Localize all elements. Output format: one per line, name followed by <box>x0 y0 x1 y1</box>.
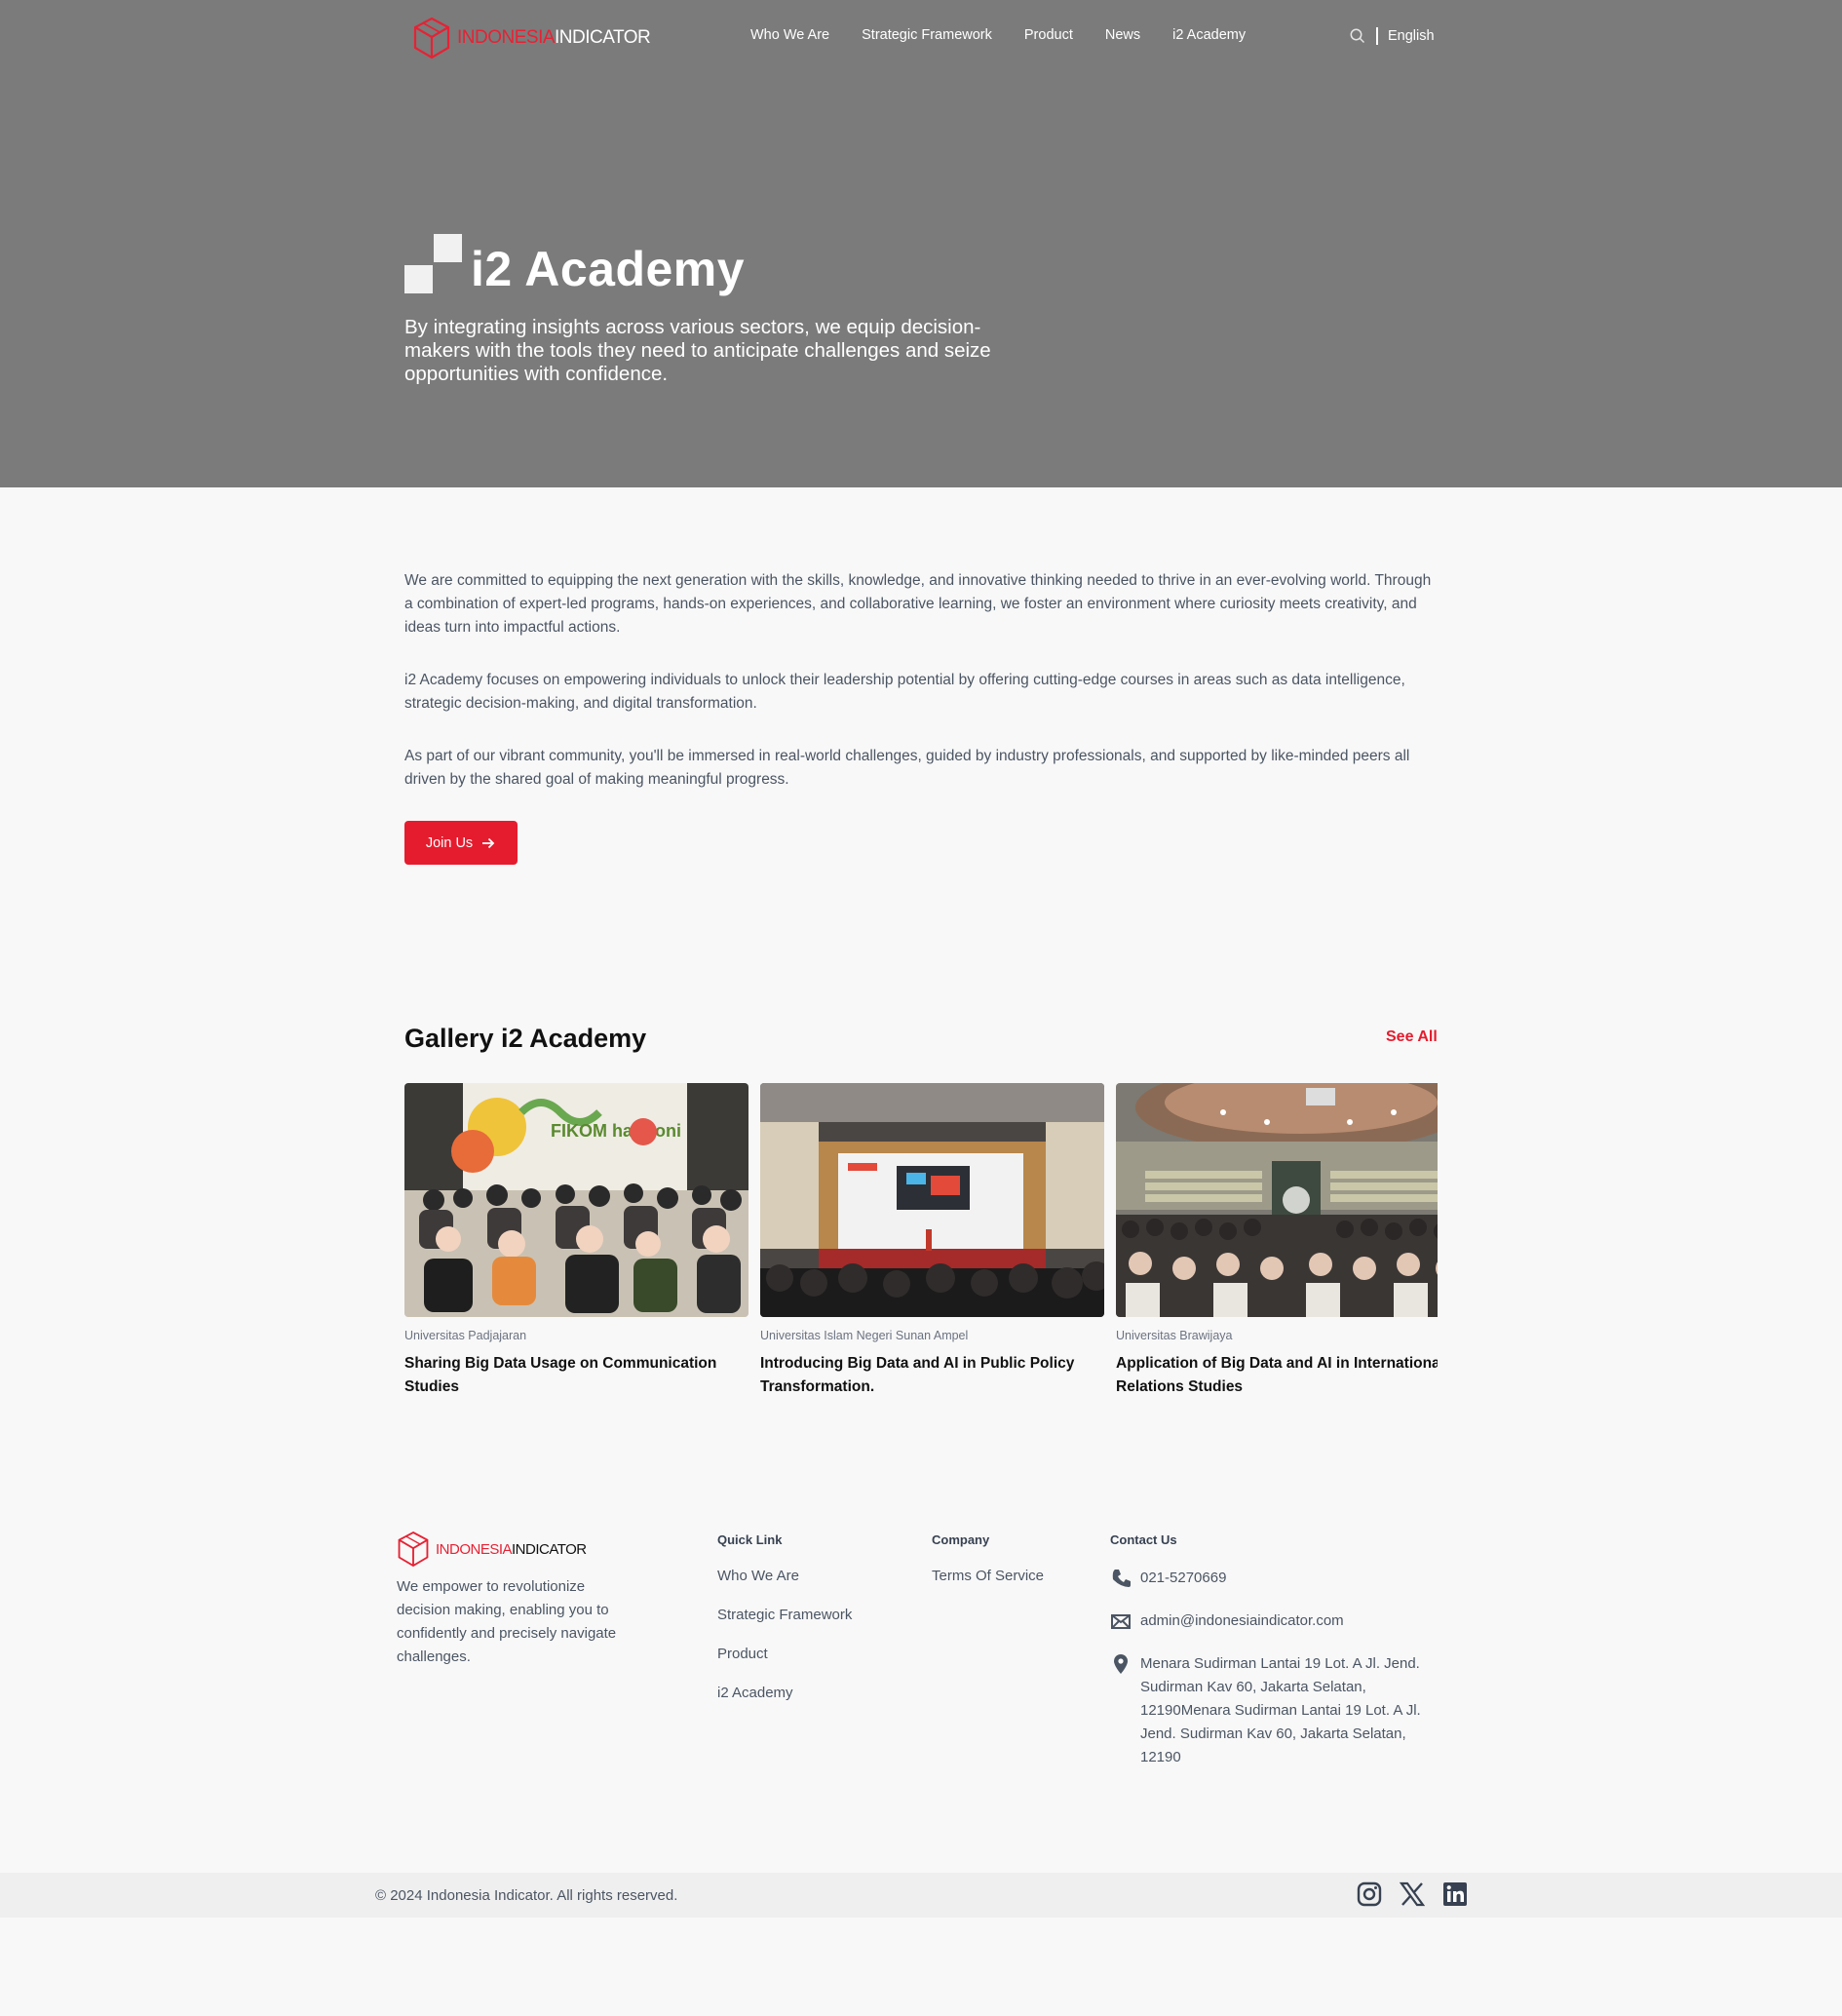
phone-icon <box>1112 1570 1131 1587</box>
card-university: Universitas Islam Negeri Sunan Ampel <box>760 1329 969 1342</box>
contact-email[interactable]: admin@indonesiaindicator.com <box>1140 1609 1344 1633</box>
brand-logo[interactable]: INDONESIAINDICATOR <box>412 16 651 60</box>
see-all-link[interactable]: See All <box>1386 1028 1438 1046</box>
nav-strategic-framework[interactable]: Strategic Framework <box>862 27 992 43</box>
search-icon[interactable] <box>1349 27 1366 45</box>
gallery-photo <box>760 1083 1104 1317</box>
academy-mark-icon <box>404 234 463 294</box>
cube-logo-icon <box>413 17 450 59</box>
hero-section: INDONESIAINDICATOR Who We Are Strategic … <box>0 0 1842 487</box>
language-selector[interactable]: English <box>1388 28 1435 44</box>
gallery-title: Gallery i2 Academy <box>404 1024 647 1053</box>
footer-link-product[interactable]: Product <box>717 1645 852 1664</box>
card-title: Application of Big Data and AI in Intern… <box>1116 1355 1438 1395</box>
footer-link-who-we-are[interactable]: Who We Are <box>717 1567 852 1586</box>
card-university: Universitas Padjajaran <box>404 1329 527 1342</box>
contact-phone[interactable]: 021-5270669 <box>1140 1567 1226 1590</box>
intro-paragraph: As part of our vibrant community, you'll… <box>404 748 1410 788</box>
footer-link-i2-academy[interactable]: i2 Academy <box>717 1684 852 1703</box>
brand-name-dark: INDICATOR <box>512 1540 587 1558</box>
quick-link-heading: Quick Link <box>717 1532 783 1547</box>
brand-name-red: INDONESIA <box>436 1540 513 1558</box>
page-title: i2 Academy <box>471 242 746 296</box>
nav-utilities: English <box>1349 27 1435 45</box>
intro-paragraph: We are committed to equipping the next g… <box>404 572 1432 636</box>
footer-bottom-bar: © 2024 Indonesia Indicator. All rights r… <box>0 1873 1842 1918</box>
gallery-photo <box>1116 1083 1438 1317</box>
company-heading: Company <box>932 1532 990 1547</box>
gallery-card[interactable]: Universitas Brawijaya Application of Big… <box>1116 1083 1438 1399</box>
linkedin-icon[interactable] <box>1442 1881 1468 1907</box>
arrow-right-icon <box>482 837 495 848</box>
footer-quick-links: Quick Link Who We Are Strategic Framewor… <box>717 1532 852 1723</box>
footer-description: We empower to revolutionize decision mak… <box>397 1578 617 1665</box>
gallery-card[interactable]: FIKOM harmoni Universitas Padjajaran Sha… <box>404 1083 748 1399</box>
footer-company-links: Company Terms Of Service <box>932 1532 1044 1606</box>
hero-title-block: i2 Academy <box>404 234 745 294</box>
join-us-label: Join Us <box>425 834 474 851</box>
footer-link-strategic-framework[interactable]: Strategic Framework <box>717 1606 852 1625</box>
nav-divider <box>1376 27 1378 45</box>
contact-address-row: Menara Sudirman Lantai 19 Lot. A Jl. Jen… <box>1110 1652 1433 1769</box>
main-nav: Who We Are Strategic Framework Product N… <box>750 27 1246 43</box>
card-title: Sharing Big Data Usage on Communication … <box>404 1355 717 1395</box>
contact-heading: Contact Us <box>1110 1532 1177 1547</box>
top-nav: INDONESIAINDICATOR Who We Are Strategic … <box>0 0 1842 76</box>
card-title: Introducing Big Data and AI in Public Po… <box>760 1355 1075 1395</box>
footer-link-terms-of-service[interactable]: Terms Of Service <box>932 1567 1044 1586</box>
contact-email-row: admin@indonesiaindicator.com <box>1110 1609 1433 1633</box>
gallery-card[interactable]: Universitas Islam Negeri Sunan Ampel Int… <box>760 1083 1104 1399</box>
brand-name-red: INDONESIA <box>457 27 556 48</box>
brand-wordmark: INDONESIAINDICATOR <box>457 27 651 49</box>
footer-brand-logo[interactable]: INDONESIAINDICATOR <box>397 1531 587 1568</box>
nav-product[interactable]: Product <box>1024 27 1073 43</box>
join-us-button[interactable]: Join Us <box>404 821 518 865</box>
location-pin-icon <box>1114 1654 1128 1674</box>
mail-icon <box>1111 1614 1131 1629</box>
brand-name-white: INDICATOR <box>555 27 651 48</box>
copyright-text: © 2024 Indonesia Indicator. All rights r… <box>375 1887 678 1904</box>
gallery-photo: FIKOM harmoni <box>404 1083 748 1317</box>
mural-text: FIKOM harmoni <box>551 1121 681 1141</box>
contact-phone-row: 021-5270669 <box>1110 1567 1433 1590</box>
nav-i2-academy[interactable]: i2 Academy <box>1172 27 1246 43</box>
cube-logo-icon <box>398 1531 429 1568</box>
nav-news[interactable]: News <box>1105 27 1140 43</box>
intro-paragraph: i2 Academy focuses on empowering individ… <box>404 672 1405 712</box>
footer-contact: Contact Us 021-5270669 admin@indonesiain… <box>1110 1532 1433 1789</box>
social-links <box>1357 1881 1468 1907</box>
page: INDONESIAINDICATOR Who We Are Strategic … <box>0 0 1842 2016</box>
hero-subtitle: By integrating insights across various s… <box>404 316 991 385</box>
instagram-icon[interactable] <box>1357 1881 1382 1907</box>
nav-who-we-are[interactable]: Who We Are <box>750 27 829 43</box>
footer-brand-wordmark: INDONESIAINDICATOR <box>436 1541 587 1558</box>
contact-address: Menara Sudirman Lantai 19 Lot. A Jl. Jen… <box>1140 1655 1421 1765</box>
intro-section: We are committed to equipping the next g… <box>404 569 1438 821</box>
gallery-carousel: FIKOM harmoni Universitas Padjajaran Sha… <box>404 1083 1438 1405</box>
card-university: Universitas Brawijaya <box>1116 1329 1233 1342</box>
x-icon[interactable] <box>1400 1881 1425 1907</box>
